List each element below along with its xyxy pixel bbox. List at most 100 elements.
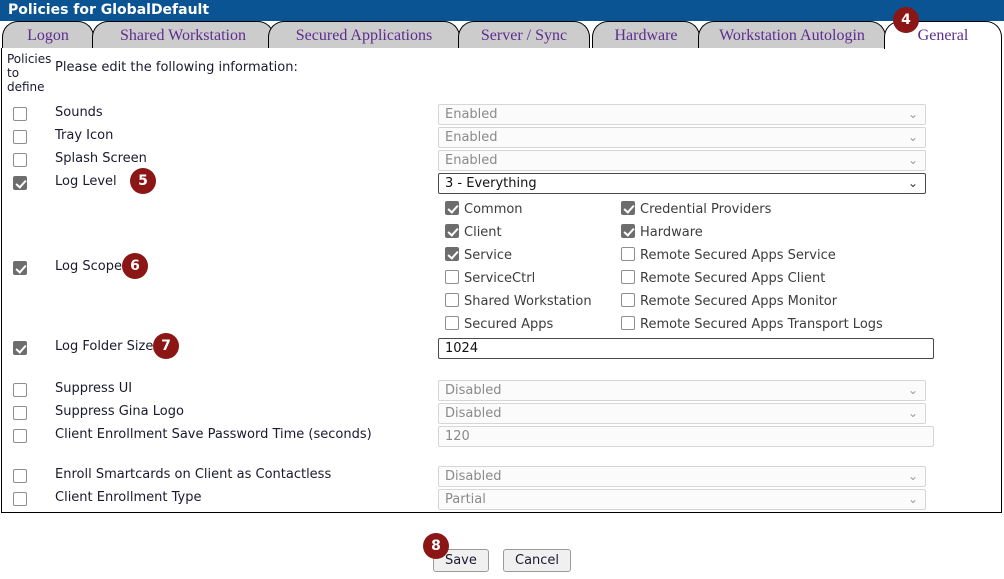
checkbox-enroll-smartcards-on-client-as-contactless[interactable] [13,469,27,483]
log-scope-label: Secured Apps [464,317,554,332]
select-suppress-ui[interactable]: Disabled ⌄ [438,380,926,401]
define-checkbox-suppress-ui[interactable] [13,383,27,397]
log-scope-label: Remote Secured Apps Transport Logs [640,317,883,332]
define-checkbox-log-scope[interactable] [13,261,27,275]
chevron-down-icon: ⌄ [907,153,918,167]
select-enroll-smartcards-on-client-as-contactless[interactable]: Disabled ⌄ [438,466,926,487]
checkbox-client-enrollment-type[interactable] [13,492,27,506]
define-checkbox-client-enrollment-save-password-time-seconds[interactable] [13,429,27,443]
tab-shared-workstation[interactable]: Shared Workstation [92,21,274,49]
input-log-folder-size[interactable]: 1024 [438,338,934,359]
checkbox-remote-secured-apps-monitor[interactable] [621,293,635,307]
define-checkbox-log-folder-size[interactable] [13,341,27,355]
define-checkbox-enroll-smartcards-on-client-as-contactless[interactable] [13,469,27,483]
log-scope-label: ServiceCtrl [464,271,536,286]
select-suppress-gina-logo[interactable]: Disabled ⌄ [438,403,926,424]
row-label-log-folder-size: Log Folder Size [55,339,154,354]
cancel-button[interactable]: Cancel [503,549,572,572]
annotation-badge-7: 7 [153,333,179,359]
chevron-down-icon: ⌄ [907,469,918,483]
row-label-client-enrollment-type: Client Enrollment Type [55,490,202,505]
checkbox-remote-secured-apps-client[interactable] [621,270,635,284]
checkbox-shared-workstation[interactable] [445,293,459,307]
select-log-level[interactable]: 3 - Everything ⌄ [438,173,926,194]
checkbox-common[interactable] [445,201,459,215]
log-scope-option-hardware[interactable]: Hardware [621,224,703,240]
select-value: Disabled [445,383,502,398]
define-checkbox-client-enrollment-type[interactable] [13,492,27,506]
tab-strip: Logon Shared Workstation Secured Applicati… [0,21,1004,49]
define-checkbox-splash-screen[interactable] [13,153,27,167]
checkbox-servicectrl[interactable] [445,270,459,284]
select-value: Enabled [445,107,498,122]
select-splash-screen[interactable]: Enabled ⌄ [438,150,926,171]
log-scope-label: Remote Secured Apps Service [640,248,836,263]
select-tray-icon[interactable]: Enabled ⌄ [438,127,926,148]
log-scope-option-client[interactable]: Client [445,224,502,240]
tab-workstation-autologin[interactable]: Workstation Autologin [698,21,886,49]
checkbox-log-scope[interactable] [13,261,27,275]
log-scope-option-servicectrl[interactable]: ServiceCtrl [445,270,535,286]
tab-server-sync[interactable]: Server / Sync [458,21,590,49]
tab-label: Logon [27,27,69,44]
annotation-badge-6: 6 [122,253,148,279]
chevron-down-icon: ⌄ [907,383,918,397]
log-scope-label: Client [464,225,502,240]
input-client-enrollment-save-password-time-seconds[interactable]: 120 [438,426,934,447]
row-label-suppress-ui: Suppress UI [55,381,133,396]
select-client-enrollment-type[interactable]: Partial ⌄ [438,489,926,510]
select-sounds[interactable]: Enabled ⌄ [438,104,926,125]
log-scope-option-remote-secured-apps-transport-logs[interactable]: Remote Secured Apps Transport Logs [621,316,883,332]
checkbox-hardware[interactable] [621,224,635,238]
checkbox-sounds[interactable] [13,107,27,121]
checkbox-client[interactable] [445,224,459,238]
define-checkbox-sounds[interactable] [13,107,27,121]
form-instructions: Please edit the following information: [55,60,298,75]
checkbox-log-level[interactable] [13,176,27,190]
checkbox-client-enrollment-save-password-time-seconds[interactable] [13,429,27,443]
row-label-splash-screen: Splash Screen [55,151,147,166]
log-scope-option-credential-providers[interactable]: Credential Providers [621,201,771,217]
tab-hardware[interactable]: Hardware [592,21,700,49]
checkbox-remote-secured-apps-service[interactable] [621,247,635,261]
checkbox-suppress-ui[interactable] [13,383,27,397]
row-label-enroll-smartcards-on-client-as-contactless: Enroll Smartcards on Client as Contactle… [55,467,332,482]
tab-logon[interactable]: Logon [2,21,94,49]
log-scope-label: Credential Providers [640,202,772,217]
select-value: 3 - Everything [445,176,537,191]
log-scope-option-secured-apps[interactable]: Secured Apps [445,316,553,332]
row-label-suppress-gina-logo: Suppress Gina Logo [55,404,184,419]
checkbox-tray-icon[interactable] [13,130,27,144]
checkbox-secured-apps[interactable] [445,316,459,330]
log-scope-option-remote-secured-apps-service[interactable]: Remote Secured Apps Service [621,247,836,263]
log-scope-option-remote-secured-apps-monitor[interactable]: Remote Secured Apps Monitor [621,293,837,309]
log-scope-label: Hardware [640,225,703,240]
log-scope-label: Service [464,248,513,263]
checkbox-suppress-gina-logo[interactable] [13,406,27,420]
input-value: 1024 [445,341,479,356]
checkbox-credential-providers[interactable] [621,201,635,215]
annotation-badge-4: 4 [893,7,919,33]
row-label-tray-icon: Tray Icon [55,128,114,143]
checkbox-service[interactable] [445,247,459,261]
checkbox-log-folder-size[interactable] [13,341,27,355]
log-scope-option-shared-workstation[interactable]: Shared Workstation [445,293,592,309]
log-scope-option-service[interactable]: Service [445,247,512,263]
chevron-down-icon: ⌄ [907,107,918,121]
log-scope-option-common[interactable]: Common [445,201,523,217]
page-title: Policies for GlobalDefault [8,2,210,18]
checkbox-splash-screen[interactable] [13,153,27,167]
tab-label: Hardware [614,27,678,44]
tab-label: Shared Workstation [120,27,246,44]
define-checkbox-log-level[interactable] [13,176,27,190]
tab-secured-applications[interactable]: Secured Applications [268,21,460,49]
select-value: Disabled [445,406,502,421]
tab-label: General [917,27,969,44]
annotation-badge-8: 8 [423,533,449,559]
window-title-bar: Policies for GlobalDefault [0,0,1004,21]
define-checkbox-suppress-gina-logo[interactable] [13,406,27,420]
checkbox-remote-secured-apps-transport-logs[interactable] [621,316,635,330]
policy-form-panel: Policies to define Please edit the follo… [1,48,1002,513]
log-scope-option-remote-secured-apps-client[interactable]: Remote Secured Apps Client [621,270,825,286]
define-checkbox-tray-icon[interactable] [13,130,27,144]
